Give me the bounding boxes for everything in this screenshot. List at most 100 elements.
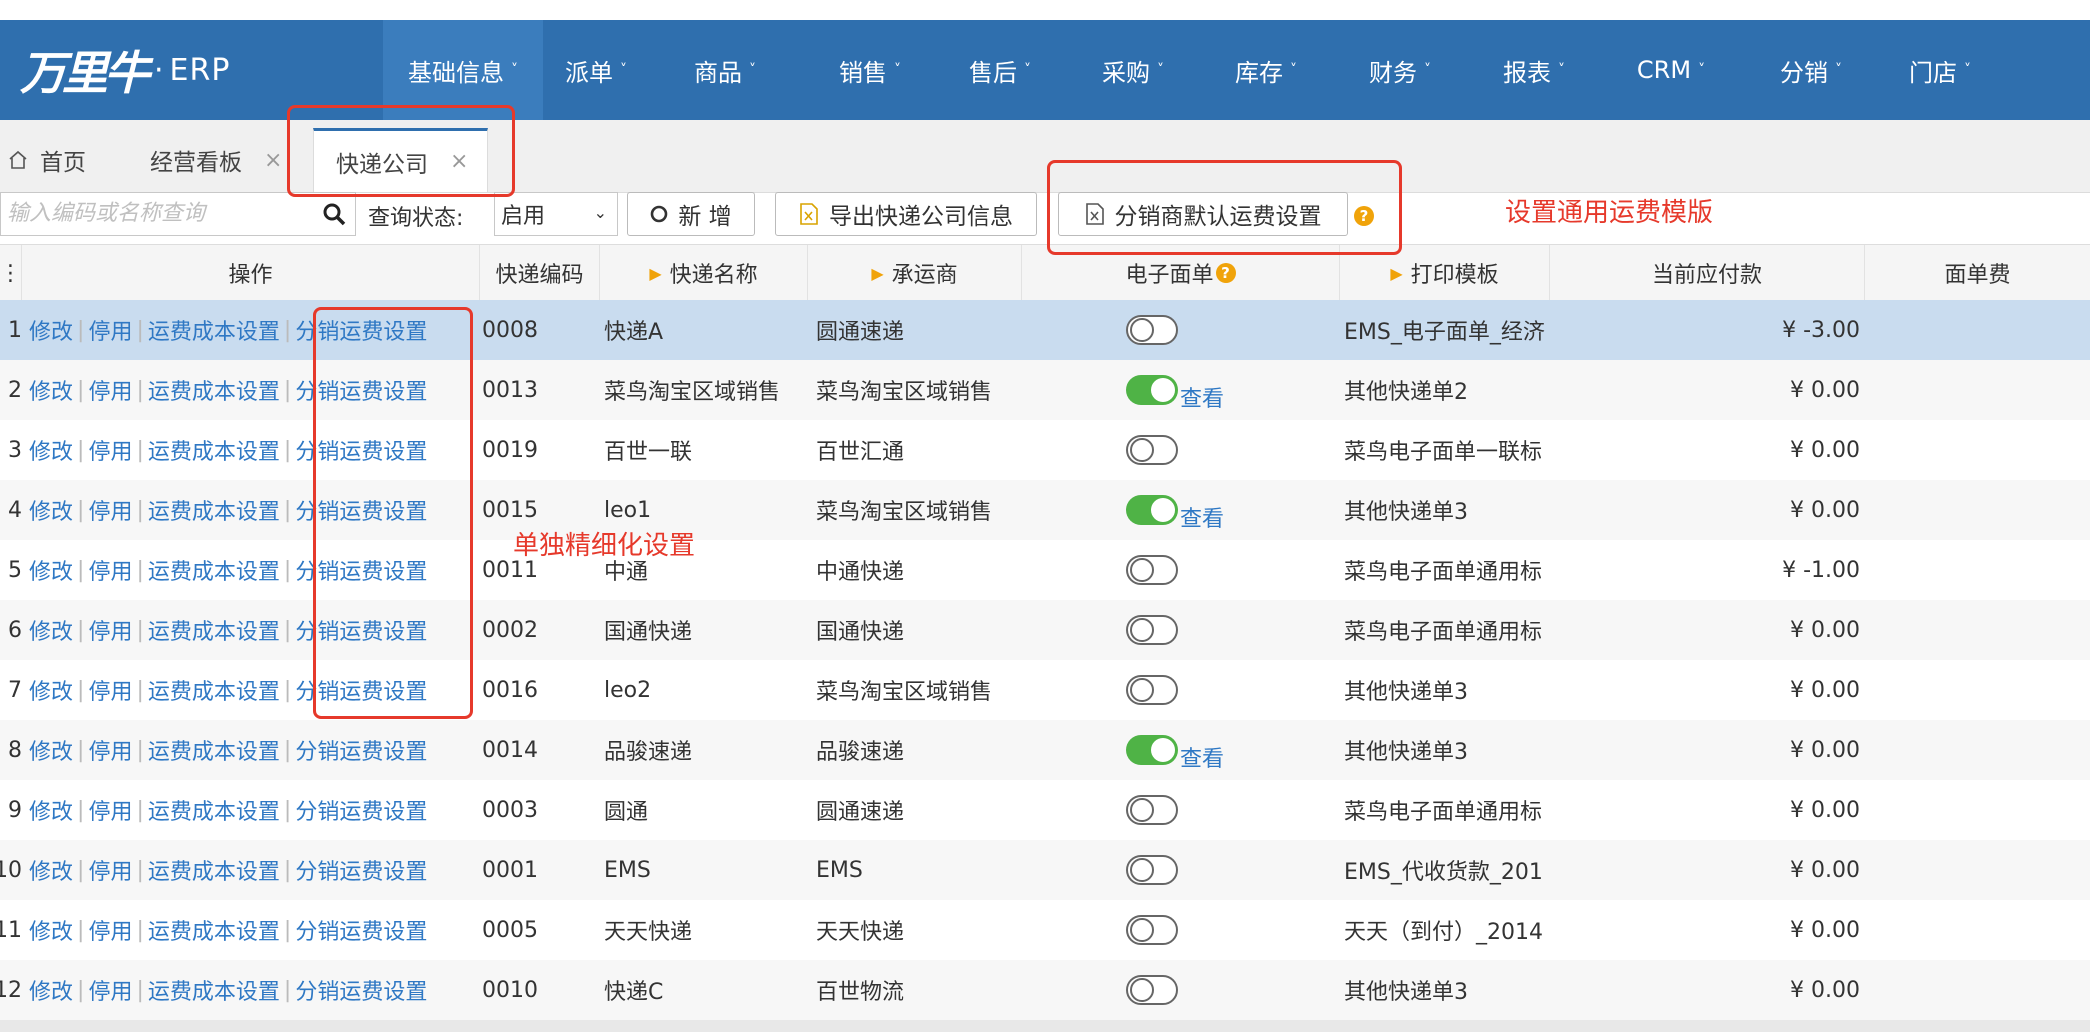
freight-cost-link[interactable]: 运费成本设置 bbox=[148, 374, 280, 406]
nav-item-1[interactable]: 派单 ˅ bbox=[543, 20, 649, 120]
edit-link[interactable]: 修改 bbox=[29, 734, 73, 766]
disable-link[interactable]: 停用 bbox=[88, 614, 132, 646]
column-header-carrier[interactable]: ▶ 承运商 bbox=[808, 245, 1022, 301]
cell-carrier: 圆通速递 bbox=[816, 320, 905, 345]
nav-item-3[interactable]: 销售 ˅ bbox=[801, 20, 939, 120]
column-menu-icon[interactable]: ⋮ bbox=[0, 245, 22, 301]
column-header-fee[interactable]: 面单费 bbox=[1865, 245, 2090, 301]
horizontal-scrollbar[interactable] bbox=[0, 1020, 2090, 1032]
disable-link[interactable]: 停用 bbox=[88, 554, 132, 586]
tab-home-label: 首页 bbox=[40, 150, 86, 176]
table-row[interactable]: 9 修改 | 停用 | 运费成本设置 | 分销运费设置 0003 圆通 圆通速递 菜鸟电子面单通用标 ¥… bbox=[0, 780, 2090, 840]
freight-cost-link[interactable]: 运费成本设置 bbox=[148, 614, 280, 646]
dist-freight-link[interactable]: 分销运费设置 bbox=[295, 914, 427, 946]
disable-link[interactable]: 停用 bbox=[88, 974, 132, 1006]
eorder-toggle[interactable] bbox=[1126, 615, 1178, 645]
cell-carrier: 菜鸟淘宝区域销售 bbox=[816, 680, 993, 705]
eorder-toggle[interactable] bbox=[1126, 555, 1178, 585]
edit-link[interactable]: 修改 bbox=[29, 554, 73, 586]
edit-link[interactable]: 修改 bbox=[29, 914, 73, 946]
disable-link[interactable]: 停用 bbox=[88, 674, 132, 706]
freight-cost-link[interactable]: 运费成本设置 bbox=[148, 914, 280, 946]
disable-link[interactable]: 停用 bbox=[88, 734, 132, 766]
tab-home[interactable]: 首页 bbox=[0, 128, 120, 192]
tab-dashboard[interactable]: 经营看板 × bbox=[150, 128, 300, 192]
nav-item-6[interactable]: 库存 ˅ bbox=[1205, 20, 1327, 120]
nav-item-2[interactable]: 商品 ˅ bbox=[649, 20, 801, 120]
eorder-toggle[interactable] bbox=[1126, 975, 1178, 1005]
eorder-toggle[interactable] bbox=[1126, 735, 1178, 765]
disable-link[interactable]: 停用 bbox=[88, 914, 132, 946]
nav-item-8[interactable]: 报表 ˅ bbox=[1473, 20, 1595, 120]
status-select[interactable]: 启用 ⌄ bbox=[494, 192, 618, 236]
dist-freight-link[interactable]: 分销运费设置 bbox=[295, 794, 427, 826]
edit-link[interactable]: 修改 bbox=[29, 854, 73, 886]
disable-link[interactable]: 停用 bbox=[88, 314, 132, 346]
freight-cost-link[interactable]: 运费成本设置 bbox=[148, 734, 280, 766]
brand-logo[interactable]: 万里牛 · ERP bbox=[20, 46, 230, 100]
freight-cost-link[interactable]: 运费成本设置 bbox=[148, 974, 280, 1006]
eorder-toggle[interactable] bbox=[1126, 675, 1178, 705]
table-row[interactable]: 12 修改 | 停用 | 运费成本设置 | 分销运费设置 0010 快递C 百世物流 其他快递单3 ¥ … bbox=[0, 960, 2090, 1020]
eorder-toggle[interactable] bbox=[1126, 795, 1178, 825]
add-button[interactable]: 新 增 bbox=[627, 192, 755, 236]
dist-freight-link[interactable]: 分销运费设置 bbox=[295, 854, 427, 886]
edit-link[interactable]: 修改 bbox=[29, 314, 73, 346]
view-link[interactable]: 查看 bbox=[1180, 741, 1224, 773]
export-button[interactable]: 导出快递公司信息 bbox=[775, 192, 1037, 236]
freight-cost-link[interactable]: 运费成本设置 bbox=[148, 554, 280, 586]
brand-logo-mark: 万里牛 bbox=[20, 46, 150, 100]
search-icon[interactable] bbox=[321, 201, 347, 227]
freight-cost-link[interactable]: 运费成本设置 bbox=[148, 434, 280, 466]
column-header-code[interactable]: 快递编码 bbox=[480, 245, 600, 301]
table-row[interactable]: 11 修改 | 停用 | 运费成本设置 | 分销运费设置 0005 天天快递 天天快递 天天（到付）_… bbox=[0, 900, 2090, 960]
edit-link[interactable]: 修改 bbox=[29, 614, 73, 646]
cell-code: 0008 bbox=[482, 317, 538, 343]
nav-item-4[interactable]: 售后 ˅ bbox=[939, 20, 1061, 120]
disable-link[interactable]: 停用 bbox=[88, 854, 132, 886]
freight-cost-link[interactable]: 运费成本设置 bbox=[148, 854, 280, 886]
column-header-payable[interactable]: 当前应付款 bbox=[1550, 245, 1865, 301]
nav-item-label: 销售 bbox=[839, 58, 887, 87]
row-number: 7 bbox=[8, 677, 22, 703]
disable-link[interactable]: 停用 bbox=[88, 434, 132, 466]
view-link[interactable]: 查看 bbox=[1180, 501, 1224, 533]
close-icon[interactable]: × bbox=[264, 148, 282, 173]
table-row[interactable]: 8 修改 | 停用 | 运费成本设置 | 分销运费设置 0014 品骏速递 品骏速递 查看 其他快递单3… bbox=[0, 720, 2090, 780]
nav-item-5[interactable]: 采购 ˅ bbox=[1061, 20, 1205, 120]
help-icon[interactable]: ? bbox=[1215, 263, 1236, 283]
nav-item-7[interactable]: 财务 ˅ bbox=[1327, 20, 1473, 120]
cell-template: 其他快递单3 bbox=[1344, 680, 1468, 705]
disable-link[interactable]: 停用 bbox=[88, 794, 132, 826]
view-link[interactable]: 查看 bbox=[1180, 381, 1224, 413]
freight-cost-link[interactable]: 运费成本设置 bbox=[148, 674, 280, 706]
search-input[interactable] bbox=[1, 193, 323, 233]
edit-link[interactable]: 修改 bbox=[29, 974, 73, 1006]
disable-link[interactable]: 停用 bbox=[88, 374, 132, 406]
eorder-toggle[interactable] bbox=[1126, 855, 1178, 885]
column-header-carrier-label: 承运商 bbox=[891, 263, 958, 288]
table-row[interactable]: 10 修改 | 停用 | 运费成本设置 | 分销运费设置 0001 EMS EMS EMS_代收货款_… bbox=[0, 840, 2090, 900]
freight-cost-link[interactable]: 运费成本设置 bbox=[148, 314, 280, 346]
nav-item-10[interactable]: 分销 ˅ bbox=[1747, 20, 1875, 120]
cell-payable: ¥ 0.00 bbox=[1790, 497, 1860, 523]
freight-cost-link[interactable]: 运费成本设置 bbox=[148, 794, 280, 826]
eorder-toggle[interactable] bbox=[1126, 435, 1178, 465]
eorder-toggle[interactable] bbox=[1126, 495, 1178, 525]
edit-link[interactable]: 修改 bbox=[29, 494, 73, 526]
dist-freight-link[interactable]: 分销运费设置 bbox=[295, 734, 427, 766]
freight-cost-link[interactable]: 运费成本设置 bbox=[148, 494, 280, 526]
disable-link[interactable]: 停用 bbox=[88, 494, 132, 526]
edit-link[interactable]: 修改 bbox=[29, 374, 73, 406]
eorder-toggle[interactable] bbox=[1126, 315, 1178, 345]
eorder-toggle[interactable] bbox=[1126, 915, 1178, 945]
eorder-toggle[interactable] bbox=[1126, 375, 1178, 405]
nav-item-9[interactable]: CRM ˅ bbox=[1595, 20, 1747, 120]
nav-item-label: 基础信息 bbox=[408, 58, 504, 87]
dist-freight-link[interactable]: 分销运费设置 bbox=[295, 974, 427, 1006]
column-header-name[interactable]: ▶ 快递名称 bbox=[600, 245, 808, 301]
edit-link[interactable]: 修改 bbox=[29, 674, 73, 706]
nav-item-11[interactable]: 门店 ˅ bbox=[1875, 20, 2005, 120]
edit-link[interactable]: 修改 bbox=[29, 794, 73, 826]
edit-link[interactable]: 修改 bbox=[29, 434, 73, 466]
